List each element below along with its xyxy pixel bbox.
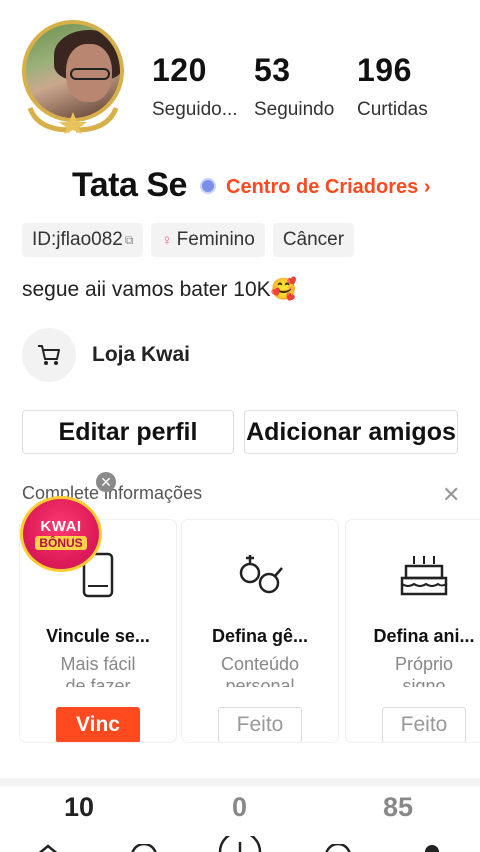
stat-likes[interactable]: 196 Curtidas: [357, 52, 428, 121]
section-divider: [0, 778, 480, 786]
id-tag[interactable]: ID:jflao082 ⧉: [22, 223, 144, 257]
done-button[interactable]: Feito: [382, 707, 466, 742]
bonus-circle: KWAI BÔNUS: [20, 496, 102, 572]
bonus-line2: BÔNUS: [35, 536, 87, 550]
sign-text: Câncer: [282, 229, 345, 250]
messages-icon[interactable]: [324, 844, 352, 852]
gender-icon: [182, 546, 338, 604]
cake-icon: [346, 546, 480, 604]
gender-text: Feminino: [176, 229, 255, 250]
link-button[interactable]: Vinc: [56, 707, 140, 742]
female-icon: ♀: [161, 231, 173, 249]
creator-center-link[interactable]: Centro de Criadores ›: [226, 176, 430, 199]
verified-icon: [200, 178, 216, 194]
bonus-close-icon[interactable]: ✕: [96, 472, 116, 492]
card-title: Defina gê...: [211, 626, 309, 646]
following-count: 53: [254, 52, 291, 88]
card-set-gender[interactable]: Defina gê... Conteúdo personal Feito: [182, 520, 338, 742]
card-set-birthday[interactable]: Defina ani... Próprio signo Feito: [346, 520, 480, 742]
profile-icon[interactable]: [420, 842, 444, 852]
home-icon[interactable]: [34, 844, 62, 852]
profile-bio: segue aii vamos bater 10K🥰: [22, 278, 297, 301]
avatar[interactable]: [18, 18, 128, 134]
edit-profile-button[interactable]: Editar perfil: [22, 410, 234, 454]
kwai-bonus-badge[interactable]: KWAI BÔNUS ✕: [16, 472, 116, 572]
laurel-badge-icon: [27, 106, 119, 134]
gender-tag: ♀ Feminino: [151, 223, 265, 257]
done-button[interactable]: Feito: [218, 707, 302, 742]
copy-icon: ⧉: [124, 232, 134, 247]
bonus-line1: KWAI: [40, 518, 82, 535]
tab-count-likes[interactable]: 85: [383, 792, 413, 823]
card-subtitle: Próprio signo: [394, 654, 454, 687]
tab-count-posts[interactable]: 10: [64, 792, 94, 823]
card-subtitle: Mais fácil de fazer: [60, 654, 136, 687]
card-title: Vincule se...: [46, 626, 150, 646]
shop-label: Loja Kwai: [92, 343, 191, 366]
discover-icon[interactable]: [130, 844, 158, 852]
profile-tags: ID:jflao082 ⧉ ♀ Feminino Câncer: [22, 223, 355, 257]
id-text: ID:jflao082: [32, 229, 123, 250]
cart-icon: [22, 328, 76, 382]
create-icon[interactable]: [218, 836, 262, 852]
add-friends-button[interactable]: Adicionar amigos: [244, 410, 458, 454]
bottom-nav: [0, 832, 480, 852]
profile-name: Tata Se: [72, 166, 187, 204]
likes-count: 196: [357, 52, 412, 88]
kwai-shop-entry[interactable]: Loja Kwai: [22, 328, 190, 382]
tab-count-private[interactable]: 0: [232, 792, 247, 823]
following-label: Seguindo: [254, 99, 335, 120]
followers-label: Seguido...: [152, 99, 238, 120]
close-icon[interactable]: ✕: [442, 482, 460, 508]
followers-count: 120: [152, 52, 207, 88]
card-subtitle: Conteúdo personal: [220, 654, 300, 687]
likes-label: Curtidas: [357, 99, 428, 120]
stat-following[interactable]: 53 Seguindo: [254, 52, 334, 121]
card-title: Defina ani...: [373, 626, 475, 646]
sign-tag: Câncer: [272, 223, 355, 257]
stat-followers[interactable]: 120 Seguido...: [152, 52, 238, 121]
